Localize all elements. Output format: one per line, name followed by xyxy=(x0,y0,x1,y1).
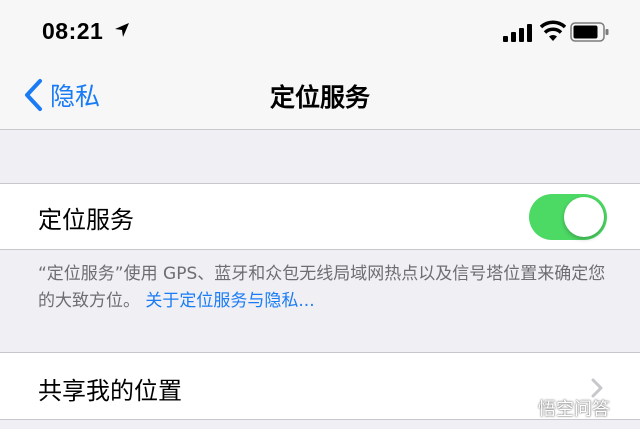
location-services-row: 定位服务 xyxy=(0,183,640,250)
watermark-text: 悟空问答 xyxy=(538,399,610,420)
location-arrow-icon xyxy=(115,23,129,37)
location-services-label: 定位服务 xyxy=(38,206,134,234)
location-services-toggle[interactable] xyxy=(529,194,607,240)
ios-settings-screen: 08:21 隐私 定位服务 定位服务 “定位服务”使用 GPS、蓝牙和众包无线局… xyxy=(0,0,640,429)
wifi-icon xyxy=(540,20,566,41)
watermark: 悟空问答 xyxy=(510,394,610,422)
location-services-footer: “定位服务”使用 GPS、蓝牙和众包无线局域网热点以及信号塔位置来确定您的大致方… xyxy=(38,261,608,315)
navigation-bar: 隐私 定位服务 xyxy=(0,62,640,130)
toggle-knob xyxy=(564,197,604,237)
wukong-logo-icon xyxy=(511,397,533,419)
share-my-location-label: 共享我的位置 xyxy=(38,377,182,405)
status-bar: 08:21 xyxy=(0,0,640,62)
status-time: 08:21 xyxy=(42,18,104,44)
cellular-signal-icon xyxy=(503,24,532,42)
privacy-link[interactable]: 关于定位服务与隐私... xyxy=(145,291,314,311)
page-title: 定位服务 xyxy=(269,83,370,112)
battery-icon xyxy=(570,22,609,42)
footer-text: “定位服务”使用 GPS、蓝牙和众包无线局域网热点以及信号塔位置来确定您的大致方… xyxy=(38,264,606,311)
section-spacer xyxy=(0,130,640,183)
